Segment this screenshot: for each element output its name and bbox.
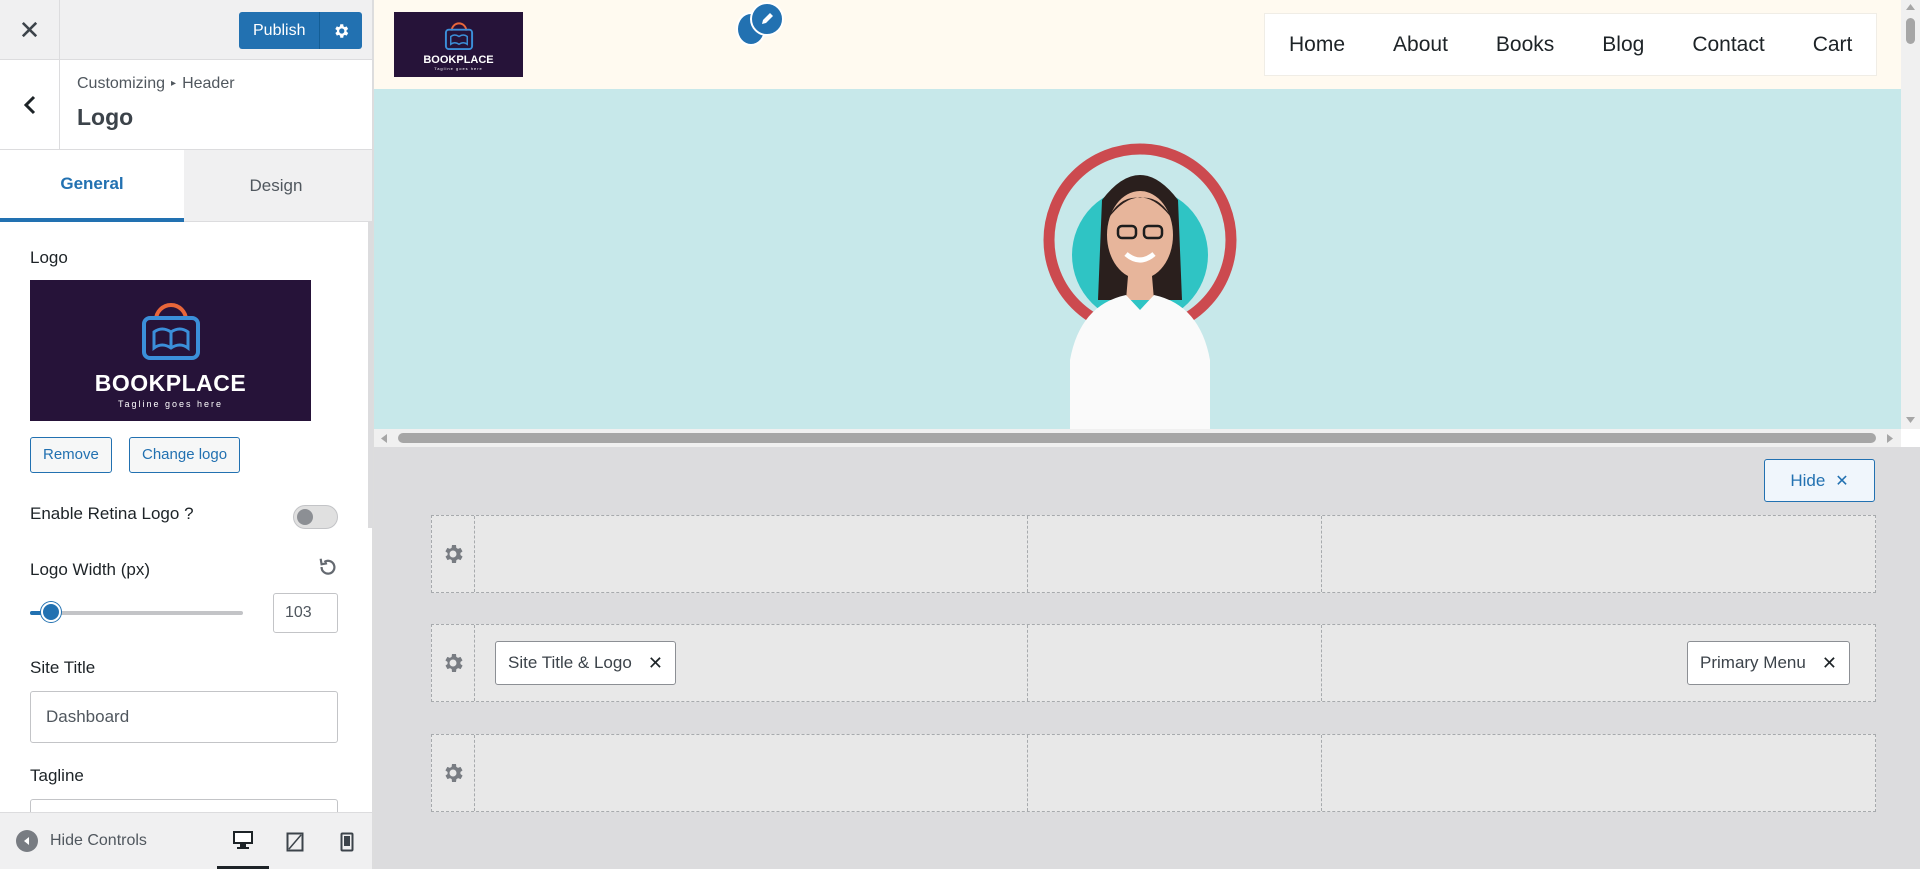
- row-settings-button[interactable]: [432, 735, 475, 811]
- site-logo-tagline: Tagline goes here: [434, 66, 483, 71]
- chip-label: Site Title & Logo: [508, 653, 632, 672]
- customizer-topbar: ✕ Publish: [0, 0, 372, 60]
- section-title: Logo: [77, 104, 134, 130]
- desktop-preview-button[interactable]: [217, 813, 269, 869]
- site-title-input[interactable]: Dashboard: [30, 691, 338, 743]
- tab-design[interactable]: Design: [184, 150, 368, 222]
- hero-portrait-image: [1043, 143, 1237, 429]
- breadcrumb-root: Customizing: [77, 75, 166, 92]
- tagline-input[interactable]: [30, 799, 338, 812]
- row-column-divider: [1321, 735, 1322, 811]
- mobile-preview-button[interactable]: [321, 813, 372, 869]
- publish-settings-button[interactable]: [319, 12, 363, 49]
- scroll-left-arrow-icon[interactable]: [380, 433, 388, 444]
- chip-label: Primary Menu: [1700, 653, 1806, 672]
- site-preview: BOOKPLACE Tagline goes here Home About B…: [374, 0, 1920, 447]
- nav-contact[interactable]: Contact: [1668, 33, 1788, 57]
- row-settings-button[interactable]: [432, 625, 475, 701]
- logo-preview-image[interactable]: BOOKPLACE Tagline goes here: [30, 280, 311, 421]
- nav-about[interactable]: About: [1369, 33, 1472, 57]
- site-logo-brand: BOOKPLACE: [423, 54, 494, 66]
- logo-width-slider-track[interactable]: [30, 611, 243, 615]
- tagline-label: Tagline: [30, 766, 84, 785]
- pencil-icon: [762, 13, 773, 24]
- scroll-right-arrow-icon[interactable]: [1886, 433, 1894, 444]
- row-column-divider: [1027, 516, 1028, 592]
- hide-builder-label: Hide: [1790, 470, 1826, 490]
- panel-tabs: General Design: [0, 150, 372, 222]
- controls-panel: Logo BOOKPLACE Tagline goes here Remove …: [0, 222, 372, 812]
- logo-tagline-text: Tagline goes here: [117, 399, 224, 409]
- nav-blog[interactable]: Blog: [1578, 33, 1668, 57]
- primary-menu-chip[interactable]: Primary Menu ✕: [1687, 641, 1850, 685]
- publish-group: Publish: [239, 12, 363, 49]
- row-column-divider: [1321, 516, 1322, 592]
- change-logo-button[interactable]: Change logo: [129, 437, 241, 473]
- close-customizer-button[interactable]: ✕: [0, 0, 60, 60]
- preview-vertical-scrollbar[interactable]: [1901, 0, 1920, 429]
- horizontal-scroll-thumb[interactable]: [398, 433, 1876, 443]
- header-builder: Hide ✕ Site Title & Logo ✕ Primary Menu …: [374, 447, 1920, 869]
- back-button[interactable]: [0, 60, 60, 150]
- site-title-label: Site Title: [30, 658, 96, 677]
- row-column-divider: [1321, 625, 1322, 701]
- preview-horizontal-scrollbar[interactable]: [374, 429, 1901, 447]
- logo-brand-text: BOOKPLACE: [94, 370, 247, 396]
- breadcrumb: Customizing ▸ Header: [77, 75, 235, 93]
- collapse-icon: [16, 830, 38, 852]
- edit-logo-shortcut-button[interactable]: [750, 2, 784, 36]
- remove-logo-button[interactable]: Remove: [30, 437, 112, 473]
- publish-button[interactable]: Publish: [239, 12, 320, 49]
- site-title-logo-chip[interactable]: Site Title & Logo ✕: [495, 641, 676, 685]
- tablet-preview-button[interactable]: [269, 813, 321, 869]
- gear-icon: [445, 545, 463, 563]
- scroll-down-arrow-icon[interactable]: [1905, 416, 1916, 424]
- customizer-sidebar: ✕ Publish Customizing ▸ Header Logo Genera…: [0, 0, 373, 869]
- book-logo-icon: [141, 303, 200, 360]
- chevron-left-icon: [23, 95, 35, 115]
- gear-icon: [335, 23, 349, 38]
- close-icon: ✕: [1835, 472, 1849, 490]
- remove-chip-icon[interactable]: ✕: [1822, 653, 1837, 674]
- hide-controls-label: Hide Controls: [50, 832, 147, 849]
- mobile-icon: [340, 832, 354, 851]
- retina-logo-toggle[interactable]: [293, 505, 338, 529]
- hide-builder-button[interactable]: Hide ✕: [1764, 459, 1875, 502]
- gear-icon: [445, 654, 463, 672]
- remove-chip-icon[interactable]: ✕: [648, 653, 663, 674]
- logo-width-input[interactable]: 103: [273, 593, 338, 633]
- site-header: BOOKPLACE Tagline goes here Home About B…: [374, 0, 1901, 89]
- tablet-icon: [286, 832, 304, 851]
- desktop-icon: [233, 830, 253, 849]
- primary-menu: Home About Books Blog Contact Cart: [1264, 13, 1878, 76]
- breadcrumb-parent: Header: [182, 75, 235, 92]
- section-header: Customizing ▸ Header Logo: [0, 60, 372, 150]
- reset-icon[interactable]: [317, 556, 339, 578]
- row-settings-button[interactable]: [432, 516, 475, 592]
- logo-width-slider-handle[interactable]: [41, 602, 61, 622]
- site-logo[interactable]: BOOKPLACE Tagline goes here: [394, 12, 523, 77]
- tab-general[interactable]: General: [0, 150, 184, 222]
- vertical-scroll-thumb[interactable]: [1906, 18, 1915, 44]
- row-column-divider: [1027, 735, 1028, 811]
- gear-icon: [445, 764, 463, 782]
- logo-label: Logo: [30, 248, 68, 267]
- builder-row-primary-header: Site Title & Logo ✕ Primary Menu ✕: [431, 624, 1876, 702]
- builder-row-below-header: [431, 734, 1876, 812]
- retina-logo-label: Enable Retina Logo ?: [30, 504, 194, 523]
- nav-home[interactable]: Home: [1265, 33, 1369, 57]
- sidebar-scrollbar[interactable]: [368, 222, 372, 528]
- nav-cart[interactable]: Cart: [1789, 33, 1877, 57]
- book-logo-icon: [444, 22, 473, 51]
- row-column-divider: [1027, 625, 1028, 701]
- hide-controls-button[interactable]: Hide Controls: [16, 830, 147, 852]
- close-icon: ✕: [18, 14, 41, 45]
- breadcrumb-separator: ▸: [171, 78, 177, 89]
- nav-books[interactable]: Books: [1472, 33, 1578, 57]
- builder-row-above-header: [431, 515, 1876, 593]
- customizer-footer: Hide Controls: [0, 812, 372, 869]
- logo-width-label: Logo Width (px): [30, 560, 150, 579]
- scroll-up-arrow-icon[interactable]: [1905, 3, 1916, 11]
